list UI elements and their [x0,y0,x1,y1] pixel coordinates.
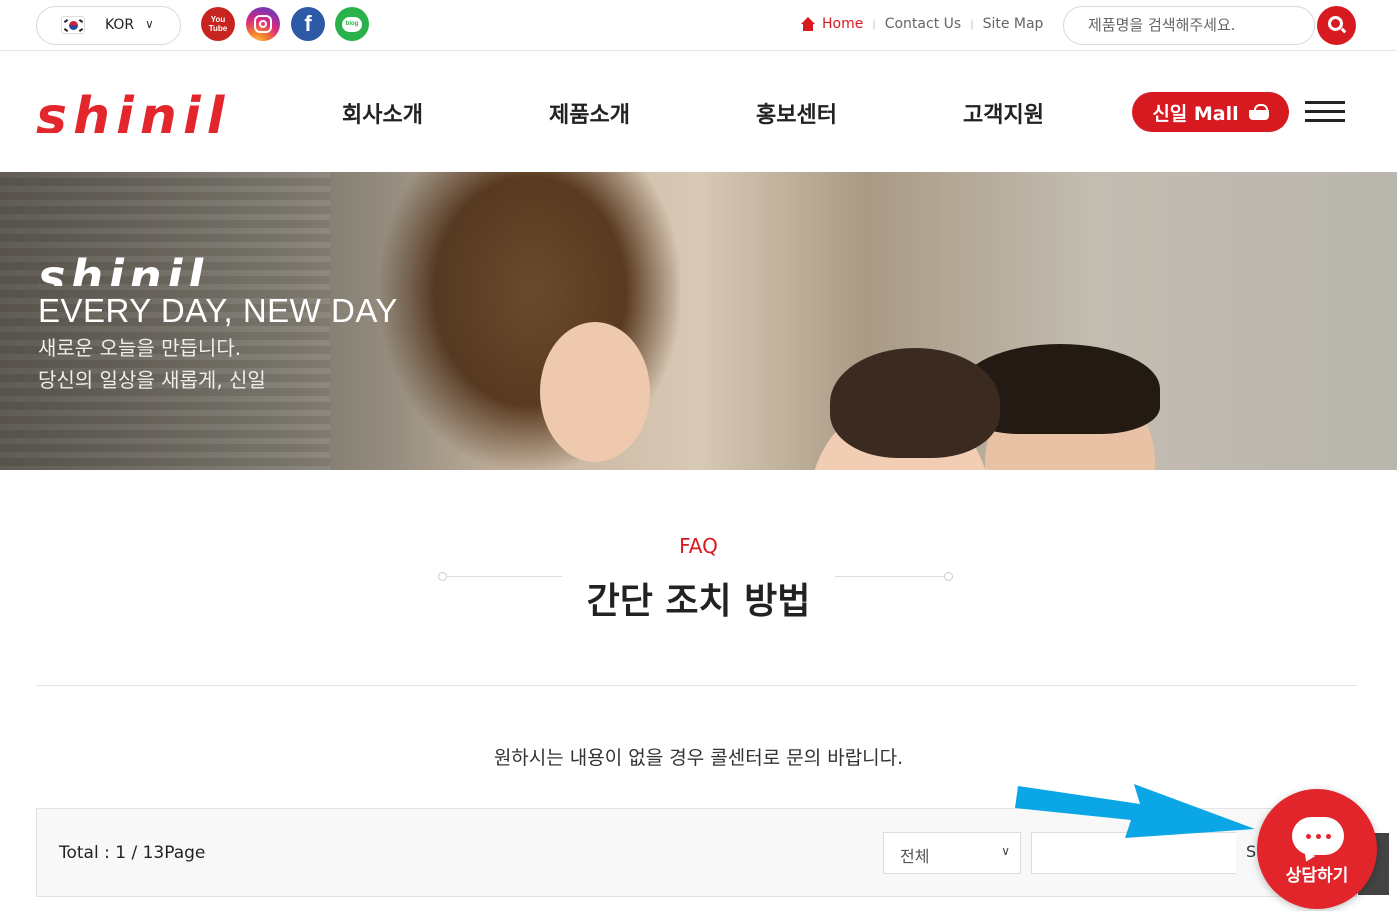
hero-subtitle-2: 당신의 일상을 새롭게, 신일 [38,368,266,392]
language-label: KOR [105,17,135,33]
category-select-value: 전체 [900,847,930,866]
contact-us-link[interactable]: Contact Us [885,16,961,32]
home-link-label: Home [822,16,864,32]
home-link[interactable]: Home [800,16,863,32]
title-decoration [835,576,951,577]
utility-links: Home | Contact Us | Site Map [800,16,1043,32]
youtube-icon[interactable]: You Tube [201,7,235,41]
page-title: 간단 조치 방법 [586,581,811,622]
shinil-mall-button[interactable]: 신일 Mall [1132,92,1289,132]
nav-products[interactable]: 제품소개 [549,97,630,129]
nav-support[interactable]: 고객지원 [963,97,1044,129]
blog-icon-text: blog [342,16,362,32]
home-icon [800,17,816,31]
site-map-link[interactable]: Site Map [983,16,1044,32]
chat-button-label: 상담하기 [1285,866,1349,886]
hero-banner: shinil EVERY DAY, NEW DAY 새로운 오늘을 만듭니다. … [0,172,1397,470]
annotation-arrow-icon [1015,784,1255,838]
nav-company[interactable]: 회사소개 [342,97,423,129]
section-label: FAQ [679,534,718,558]
divider [36,685,1357,686]
chevron-down-icon: ∨ [145,17,154,31]
blog-icon[interactable]: blog [335,7,369,41]
facebook-icon[interactable]: f [291,7,325,41]
category-select[interactable]: 전체 ∨ [883,832,1021,874]
mall-button-label: 신일 Mall [1152,102,1239,125]
total-count: Total : 1 / 13Page [59,843,206,863]
hero-tagline: EVERY DAY, NEW DAY [38,292,398,329]
shinil-logo[interactable]: shinil [36,89,230,133]
title-decoration [944,572,953,581]
language-selector[interactable]: KOR ∨ [36,6,181,45]
search-button[interactable] [1317,6,1356,45]
utility-bar: KOR ∨ You Tube f blog Home | Contact Us … [0,0,1397,51]
search-input[interactable] [1088,16,1288,34]
link-separator: | [872,18,876,30]
menu-icon[interactable] [1305,101,1345,123]
hero-subtitle-1: 새로운 오늘을 만듭니다. [38,336,242,360]
notice-text: 원하시는 내용이 없을 경우 콜센터로 문의 바랍니다. [493,747,904,769]
main-header: shinil 회사소개 제품소개 홍보센터 고객지원 신일 Mall [0,51,1397,172]
basket-icon [1248,104,1269,120]
instagram-icon[interactable] [246,7,280,41]
search-icon [1328,16,1343,31]
youtube-icon-text: You Tube [208,15,228,33]
chat-bubble-icon [1292,817,1344,855]
korea-flag-icon [61,16,85,34]
chevron-down-icon: ∨ [1001,844,1010,858]
product-search [1063,6,1315,45]
hero-copy: shinil EVERY DAY, NEW DAY 새로운 오늘을 만듭니다. … [38,252,398,394]
chat-consult-button[interactable]: 상담하기 [1257,789,1377,909]
link-separator: | [970,18,974,30]
hero-logo: shinil [38,252,209,286]
nav-pr-center[interactable]: 홍보센터 [756,97,837,129]
